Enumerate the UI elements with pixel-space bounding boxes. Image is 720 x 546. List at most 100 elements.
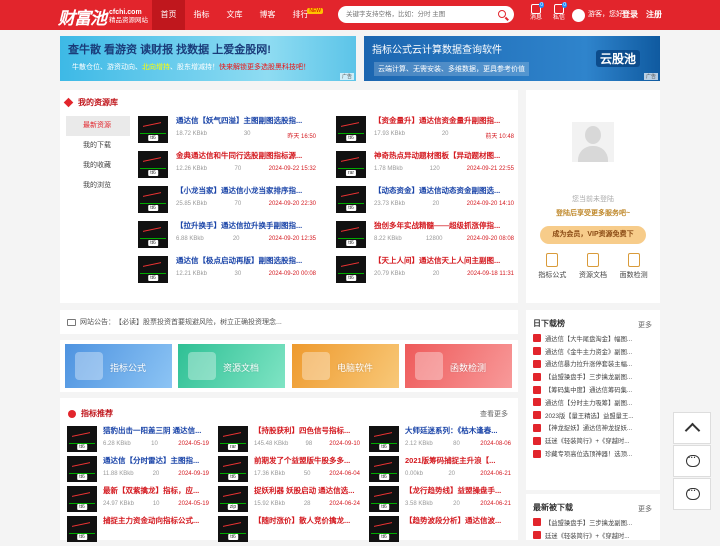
resource-item[interactable]: tt6 通达信【极点启动再版】副图选股指... 12.21 KBkb 30 2024-0…	[138, 256, 316, 287]
login-hint[interactable]: 登陆后享受更多服务吧~	[526, 208, 660, 218]
resource-thumbnail[interactable]: tt6	[138, 221, 168, 248]
recommend-thumbnail[interactable]: rar	[218, 426, 248, 452]
rank-item[interactable]: 通达信【大牛尾盘淘金】幅图...	[533, 332, 653, 345]
resource-item[interactable]: tt6 【拉升换手】通达信拉升换手副图指... 6.88 KBkb 20 2024-09…	[138, 221, 316, 252]
notice-text[interactable]: 【必读】股票投资首要规避风险，树立正确投资理念...	[115, 317, 282, 327]
resource-thumbnail[interactable]: tt6	[336, 221, 366, 248]
recommend-thumbnail[interactable]: tt6	[369, 426, 399, 452]
recommend-title[interactable]: 【持股获利】四色信号指标...	[254, 426, 360, 436]
nav-indicators[interactable]: 指标	[185, 0, 218, 30]
category-function[interactable]: 函数检测	[405, 344, 512, 388]
rank-item[interactable]: 【筹码集中度】通达信筹码集...	[533, 383, 653, 396]
rank-item[interactable]: 廷迷《轻装简行》+《穿越时...	[533, 434, 653, 447]
banner-right[interactable]: 指标公式云计算数据查询软件 云端计算、无需安装、多维数据，更具参考价值 云股池 …	[364, 36, 660, 81]
vip-button[interactable]: 成为会员，VIP资源免费下	[540, 226, 646, 244]
recommend-item[interactable]: zip 捉妖利器 妖股启动 通达信选... 15.92 KBkb 28 2024-06-…	[218, 486, 360, 516]
recommend-title[interactable]: 前期发了个益盟版牛股多多...	[254, 456, 360, 466]
resource-item[interactable]: tt6 【动态资金】通达信动态资金副图选... 23.73 KBkb 20 2024-0…	[336, 186, 514, 217]
resource-item[interactable]: tt6 通达信【妖气四溢】主图副图选股指... 18.72 KBkb 30 昨天 16:…	[138, 116, 316, 147]
resource-title[interactable]: 【天上人间】通达信天上人间主副图...	[374, 256, 514, 266]
resource-item[interactable]: tt6 独创多年实战精髓——超级抓涨停指... 8.22 KBkb 12800 2024…	[336, 221, 514, 252]
resource-item[interactable]: tt6 金典通达信和牛同行选股副图指标源... 12.26 KBkb 70 2024-0…	[138, 151, 316, 182]
banner-left[interactable]: 查牛散 看游资 读财报 找数据 上爱金股网! 牛散仓位、游资动向、北向增持、股东…	[60, 36, 356, 81]
resource-title[interactable]: 金典通达信和牛同行选股副图指标源...	[176, 151, 316, 161]
nav-ranking[interactable]: 排行 NEW	[284, 0, 323, 30]
rank-latest-more[interactable]: 更多	[638, 504, 652, 514]
recommend-item[interactable]: rar 【持股获利】四色信号指标... 145.48 KBkb 98 2024-09-1…	[218, 426, 360, 456]
recommend-thumbnail[interactable]: tt6	[369, 486, 399, 512]
rank-item[interactable]: 【益盟操盘手】三步擒龙副图...	[533, 516, 653, 529]
recommend-title[interactable]: 【龙行趋势线】益盟操盘手...	[405, 486, 511, 496]
customer-service-button[interactable]	[673, 445, 711, 477]
resource-thumbnail[interactable]: tt6	[138, 186, 168, 213]
site-logo[interactable]: 财富池 cfchi.com 精品资源网站	[58, 4, 148, 30]
recommend-item[interactable]: tt6 捕捉主力资金动向指标公式...	[67, 516, 209, 546]
recommend-title[interactable]: 猎豹出击一阳盖三阴 通达信...	[103, 426, 209, 436]
recommend-thumbnail[interactable]: tt6	[67, 516, 97, 542]
recommend-title[interactable]: 【趋势波段分析】通达信波...	[405, 516, 511, 526]
login-link[interactable]: 登录	[622, 0, 638, 30]
recommend-thumbnail[interactable]: tt6	[369, 456, 399, 482]
resource-thumbnail[interactable]: tt6	[138, 116, 168, 143]
resource-thumbnail[interactable]: tt6	[336, 116, 366, 143]
recommend-thumbnail[interactable]: zip	[218, 486, 248, 512]
resource-item[interactable]: tt6 【资金量升】通达信资金量升副图指... 17.93 KBkb 20 前天 10:…	[336, 116, 514, 147]
recommend-item[interactable]: tt6 通达信【分时雷达】主图指... 11.88 KBkb 20 2024-09-19	[67, 456, 209, 486]
resource-title[interactable]: 【小龙当家】通达信小龙当家排序指...	[176, 186, 316, 196]
resource-title[interactable]: 【动态资金】通达信动态资金副图选...	[374, 186, 514, 196]
rank-item[interactable]: 珍藏专项高位选顶神器！选顶...	[533, 447, 653, 460]
rank-item[interactable]: 2023版【量王精选】益盟量王...	[533, 409, 653, 422]
resource-thumbnail[interactable]: tt6	[336, 186, 366, 213]
recommend-item[interactable]: tt6 前期发了个益盟版牛股多多... 17.36 KBkb 50 2024-06-04	[218, 456, 360, 486]
category-documents[interactable]: 资源文档	[178, 344, 285, 388]
recommend-thumbnail[interactable]: tt6	[218, 456, 248, 482]
search-icon[interactable]	[498, 10, 506, 18]
resource-title[interactable]: 【拉升换手】通达信拉升换手副图指...	[176, 221, 316, 231]
nav-blog[interactable]: 博客	[251, 0, 284, 30]
resource-thumbnail[interactable]: tt6	[336, 256, 366, 283]
menu-favorites[interactable]: 我的收藏	[66, 156, 130, 176]
category-software[interactable]: 电脑软件	[292, 344, 399, 388]
recommend-item[interactable]: tt6 大师廷迷系列：《枯木逢春... 2.12 KBkb 80 2024-08-06	[369, 426, 511, 456]
recommend-item[interactable]: tt6 最新【双紫擒龙】指标，应... 24.97 KBkb 10 2024-05-19	[67, 486, 209, 516]
resource-title[interactable]: 神奇热点异动题材图板【异动题材图...	[374, 151, 514, 161]
recommend-item[interactable]: tt6 【随时涨价】散人竞价擒龙...	[218, 516, 360, 546]
menu-history[interactable]: 我的浏览	[66, 176, 130, 196]
resource-item[interactable]: rar 神奇热点异动题材图板【异动题材图... 1.78 MBkb 120 2024-0…	[336, 151, 514, 182]
resource-title[interactable]: 独创多年实战精髓——超级抓涨停指...	[374, 221, 514, 231]
rank-item[interactable]: 【益盟操盘手】三步擒龙副图...	[533, 370, 653, 383]
resource-thumbnail[interactable]: tt6	[138, 256, 168, 283]
recommend-item[interactable]: tt6 2021版筹码捕捉主升浪【... 0.00kb 20 2024-06-21	[369, 456, 511, 486]
recommend-thumbnail[interactable]: tt6	[67, 486, 97, 512]
resource-title[interactable]: 通达信【妖气四溢】主图副图选股指...	[176, 116, 316, 126]
rank-item[interactable]: 【神龙捉妖】通达信神龙捉妖...	[533, 422, 653, 435]
recommend-thumbnail[interactable]: tt6	[369, 516, 399, 542]
recommend-item[interactable]: tt6 【趋势波段分析】通达信波...	[369, 516, 511, 546]
private-message-button[interactable]: 0 私信	[549, 2, 569, 22]
rank-item[interactable]: 通达信《金牛主力资金》副图...	[533, 345, 653, 358]
action-indicators[interactable]: 指标公式	[538, 253, 566, 280]
recommend-thumbnail[interactable]: tt6	[67, 426, 97, 452]
recommend-item[interactable]: tt6 【龙行趋势线】益盟操盘手... 3.58 KBkb 20 2024-06-21	[369, 486, 511, 516]
recommend-thumbnail[interactable]: tt6	[218, 516, 248, 542]
recommend-title[interactable]: 大师廷迷系列：《枯木逢春...	[405, 426, 511, 436]
resource-thumbnail[interactable]: rar	[336, 151, 366, 178]
action-check[interactable]: 面数检测	[620, 253, 648, 280]
menu-downloads[interactable]: 我的下载	[66, 136, 130, 156]
recommend-title[interactable]: 【随时涨价】散人竞价擒龙...	[254, 516, 360, 526]
action-documents[interactable]: 资源文档	[579, 253, 607, 280]
search-input[interactable]	[338, 6, 488, 23]
recommend-more-link[interactable]: 查看更多	[480, 409, 508, 419]
resource-thumbnail[interactable]: tt6	[138, 151, 168, 178]
recommend-title[interactable]: 通达信【分时雷达】主图指...	[103, 456, 209, 466]
back-to-top-button[interactable]	[673, 412, 711, 444]
resource-title[interactable]: 通达信【极点启动再版】副图选股指...	[176, 256, 316, 266]
recommend-title[interactable]: 2021版筹码捕捉主升浪【...	[405, 456, 511, 466]
rank-item[interactable]: 通达信【分时主力吸筹】副图...	[533, 396, 653, 409]
recommend-title[interactable]: 捉妖利器 妖股启动 通达信选...	[254, 486, 360, 496]
register-link[interactable]: 注册	[646, 0, 662, 30]
resource-title[interactable]: 【资金量升】通达信资金量升副图指...	[374, 116, 514, 126]
nav-library[interactable]: 文库	[218, 0, 251, 30]
rank-item[interactable]: 通达信暴力拉升涨停套装主幅...	[533, 358, 653, 371]
messages-button[interactable]: 0 消息	[526, 2, 546, 22]
